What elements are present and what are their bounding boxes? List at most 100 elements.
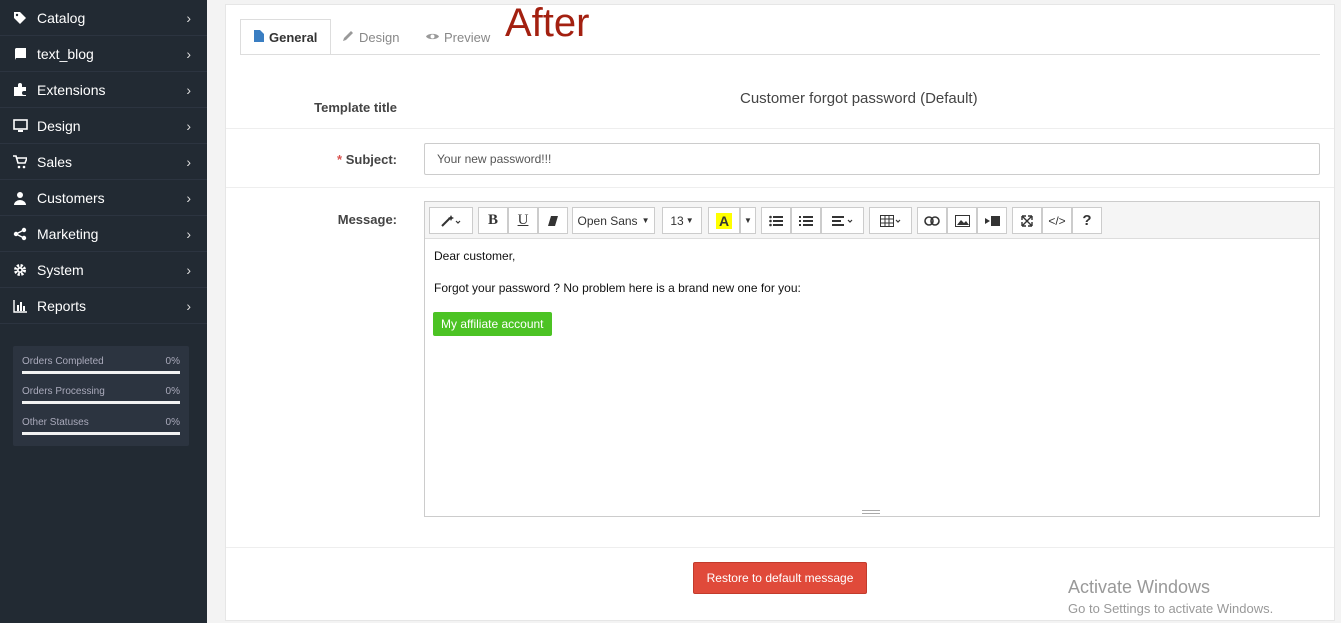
restore-default-button[interactable]: Restore to default message — [693, 562, 867, 594]
chevron-right-icon: › — [186, 297, 191, 314]
align-left-icon — [831, 215, 854, 227]
sidebar-item-label: Design — [37, 117, 81, 134]
sidebar-item-label: Reports — [37, 297, 87, 314]
caret-down-icon: ▼ — [685, 216, 694, 225]
help-button[interactable]: ? — [1072, 207, 1102, 234]
eraser-icon — [547, 215, 559, 227]
sidebar-item-design[interactable]: Design › — [0, 108, 207, 144]
unordered-list-icon — [769, 215, 783, 227]
pencil-icon — [343, 30, 354, 44]
fullscreen-icon — [1021, 214, 1033, 227]
color-dropdown-button[interactable]: ▼ — [740, 207, 756, 234]
editor-content[interactable]: Dear customer, Forgot your password ? No… — [434, 249, 801, 313]
table-icon — [879, 214, 902, 227]
sidebar-item-customers[interactable]: Customers › — [0, 180, 207, 216]
video-button[interactable] — [977, 207, 1007, 234]
link-icon — [924, 215, 940, 226]
sidebar-item-text-blog[interactable]: text_blog › — [0, 36, 207, 72]
gear-icon — [12, 262, 28, 278]
puzzle-icon — [12, 82, 28, 98]
sidebar-item-sales[interactable]: Sales › — [0, 144, 207, 180]
underline-button[interactable]: U — [508, 207, 538, 234]
fullscreen-button[interactable] — [1012, 207, 1042, 234]
tab-general[interactable]: General — [240, 19, 332, 55]
eye-icon — [426, 30, 439, 44]
tab-divider — [240, 54, 1320, 55]
sidebar: Catalog › text_blog › Extensions › Desig… — [0, 0, 207, 623]
sidebar-item-extensions[interactable]: Extensions › — [0, 72, 207, 108]
sidebar-item-reports[interactable]: Reports › — [0, 288, 207, 324]
tab-design[interactable]: Design — [330, 19, 412, 55]
chevron-right-icon: › — [186, 45, 191, 62]
subject-label: * Subject: — [227, 152, 397, 167]
subject-label-text: Subject: — [345, 152, 397, 167]
file-icon — [254, 29, 264, 45]
tab-preview[interactable]: Preview — [413, 19, 503, 55]
template-title-label: Template title — [314, 100, 397, 115]
caret-down-icon: ▼ — [641, 216, 650, 225]
stat-value: 0% — [165, 356, 180, 367]
tags-icon — [12, 10, 28, 26]
share-icon — [12, 226, 28, 242]
subject-input[interactable] — [424, 143, 1320, 175]
chevron-right-icon: › — [186, 261, 191, 278]
sidebar-item-label: Marketing — [37, 225, 99, 242]
stat-orders-processing: Orders Processing 0% — [22, 386, 180, 406]
divider — [226, 187, 1334, 188]
progress-bar — [22, 432, 180, 435]
monitor-icon — [12, 118, 28, 134]
unordered-list-button[interactable] — [761, 207, 791, 234]
after-annotation: After — [505, 1, 590, 45]
underline-icon: U — [517, 212, 529, 228]
sidebar-item-label: text_blog — [37, 45, 94, 62]
bar-chart-icon — [12, 298, 28, 314]
table-button[interactable] — [869, 207, 912, 234]
font-size-select[interactable]: 13 ▼ — [662, 207, 702, 234]
eraser-button[interactable] — [538, 207, 568, 234]
sidebar-item-marketing[interactable]: Marketing › — [0, 216, 207, 252]
sidebar-item-label: Catalog — [37, 9, 86, 26]
book-icon — [12, 46, 28, 62]
template-title-value: Customer forgot password (Default) — [740, 90, 978, 107]
message-line: Dear customer, — [434, 249, 516, 263]
windows-activation-title: Activate Windows — [1068, 577, 1211, 597]
image-button[interactable] — [947, 207, 977, 234]
tab-label: Design — [359, 29, 400, 45]
sidebar-item-label: Sales — [37, 153, 73, 170]
magic-wand-button[interactable] — [429, 207, 473, 234]
ordered-list-button[interactable] — [791, 207, 821, 234]
message-label: Message: — [337, 212, 397, 227]
resize-handle[interactable] — [862, 510, 880, 514]
code-view-button[interactable]: </> — [1042, 207, 1072, 234]
sidebar-item-label: System — [37, 261, 84, 278]
font-size-value: 13 — [670, 213, 684, 228]
bold-button[interactable]: B — [478, 207, 508, 234]
font-family-select[interactable]: Open Sans ▼ — [572, 207, 655, 234]
progress-bar — [22, 371, 180, 374]
tab-label: Preview — [444, 29, 491, 45]
chevron-right-icon: › — [186, 9, 191, 26]
stat-label: Orders Processing — [22, 386, 105, 397]
sidebar-item-catalog[interactable]: Catalog › — [0, 0, 207, 36]
code-icon: </> — [1048, 213, 1066, 228]
sidebar-item-system[interactable]: System › — [0, 252, 207, 288]
divider — [226, 547, 1334, 548]
editor-toolbar: B U Open Sans ▼ 13 ▼ A ▼ </> ? — [425, 202, 1319, 239]
stat-label: Other Statuses — [22, 417, 89, 428]
highlight-icon: A — [715, 212, 733, 229]
bold-icon: B — [487, 212, 498, 228]
stat-label: Orders Completed — [22, 356, 104, 367]
paragraph-align-button[interactable] — [821, 207, 864, 234]
chevron-right-icon: › — [186, 225, 191, 242]
affiliate-account-button[interactable]: My affiliate account — [433, 312, 552, 336]
stat-other-statuses: Other Statuses 0% — [22, 417, 180, 437]
divider — [226, 128, 1334, 129]
image-icon — [954, 214, 970, 227]
email-template-panel: General Design Preview After Template ti… — [225, 1, 1335, 621]
highlight-color-button[interactable]: A — [708, 207, 740, 234]
tab-label: General — [269, 29, 318, 45]
rich-text-editor: B U Open Sans ▼ 13 ▼ A ▼ </> ? Dear cust… — [424, 201, 1320, 517]
stat-orders-completed: Orders Completed 0% — [22, 356, 180, 376]
help-icon: ? — [1082, 212, 1092, 229]
link-button[interactable] — [917, 207, 947, 234]
